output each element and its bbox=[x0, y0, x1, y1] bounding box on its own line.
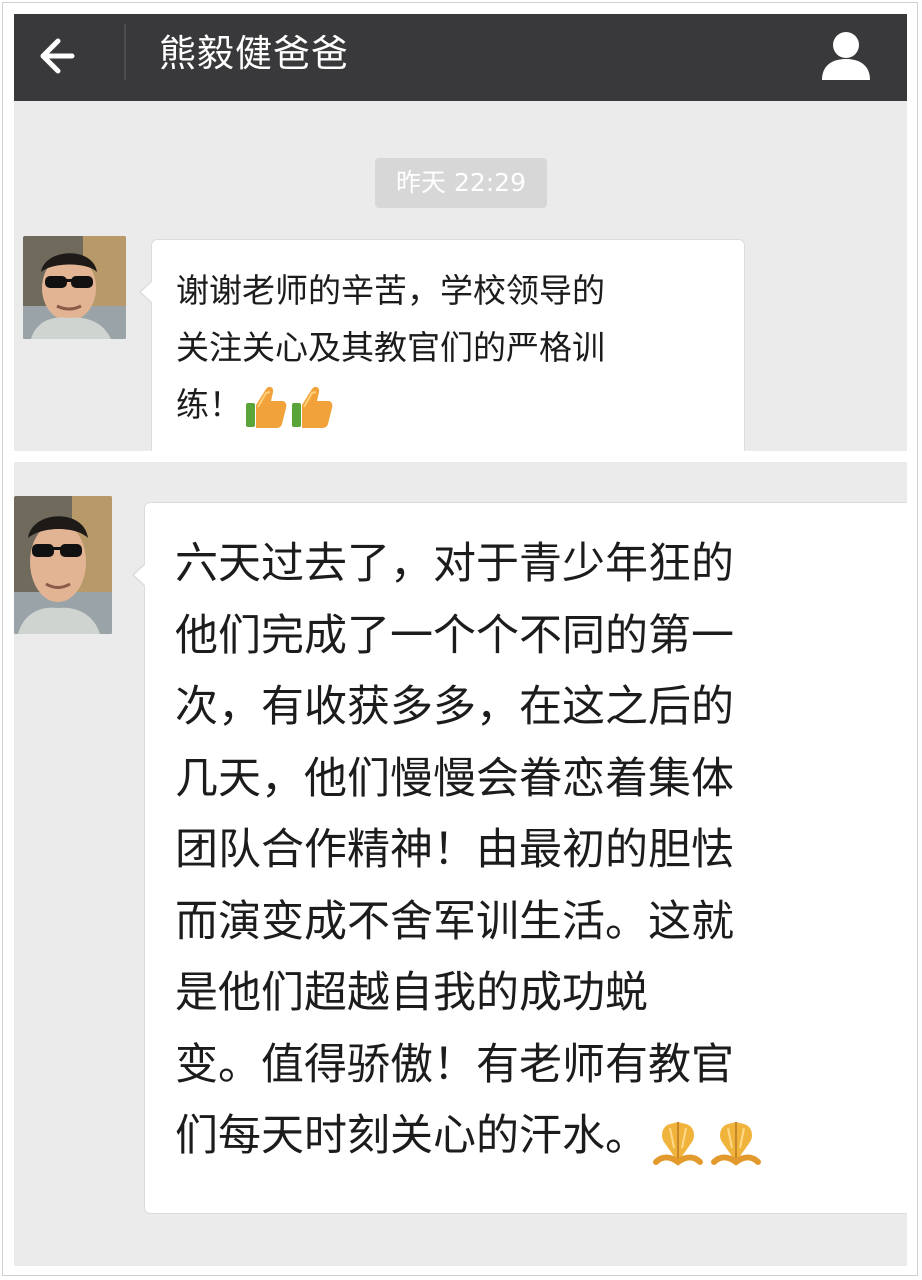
chat-screenshot-bottom: 六天过去了，对于青少年狂的 他们完成了一个个不同的第一 次，有收获多多，在这之后… bbox=[14, 462, 907, 1266]
contact-avatar[interactable] bbox=[23, 236, 126, 339]
profile-button[interactable] bbox=[814, 26, 878, 86]
message-line: 是他们超越自我的成功蜕 bbox=[175, 968, 648, 1018]
message-line: 谢谢老师的辛苦，学校领导的 bbox=[176, 271, 605, 310]
message-line: 六天过去了，对于青少年狂的 bbox=[175, 539, 734, 589]
praying-hands-icon bbox=[653, 1121, 703, 1166]
title-divider bbox=[124, 24, 126, 80]
message-line-last: 练！ bbox=[176, 376, 724, 433]
thumbs-up-icon bbox=[246, 386, 287, 428]
contact-avatar[interactable] bbox=[14, 496, 112, 634]
message-text: 们每天时刻关心的汗水。 bbox=[175, 1111, 648, 1161]
message-line: 他们完成了一个个不同的第一 bbox=[175, 610, 734, 661]
message-line: 几天，他们慢慢会眷恋着集体 bbox=[175, 753, 734, 804]
chat-screenshot-top: 熊毅健爸爸 昨天 22:29 谢谢老师的辛苦，学校领导的 关注关心及其教官们的严… bbox=[14, 14, 907, 451]
message-bubble[interactable]: 谢谢老师的辛苦，学校领导的 关注关心及其教官们的严格训 练！ bbox=[139, 239, 745, 451]
praying-hands-icon bbox=[711, 1121, 761, 1166]
person-icon bbox=[822, 32, 870, 80]
chat-title: 熊毅健爸爸 bbox=[159, 32, 349, 75]
message-line: 变。值得骄傲！有老师有教官 bbox=[175, 1039, 734, 1090]
back-arrow-icon bbox=[40, 38, 75, 74]
message-bubble[interactable]: 六天过去了，对于青少年狂的 他们完成了一个个不同的第一 次，有收获多多，在这之后… bbox=[132, 502, 907, 1214]
message-line: 团队合作精神！由最初的胆怯 bbox=[175, 825, 734, 875]
message-line: 次，有收获多多，在这之后的 bbox=[175, 682, 734, 732]
message-timestamp: 昨天 22:29 bbox=[375, 158, 547, 208]
message-line-last: 们每天时刻关心的汗水。 bbox=[175, 1101, 907, 1173]
message-line: 关注关心及其教官们的严格训 bbox=[176, 328, 605, 367]
message-line: 而演变成不舍军训生活。这就 bbox=[175, 896, 734, 947]
message-text: 练！ bbox=[176, 385, 242, 424]
back-button[interactable] bbox=[32, 26, 92, 86]
title-bar: 熊毅健爸爸 bbox=[14, 14, 907, 101]
thumbs-up-icon bbox=[292, 386, 333, 428]
